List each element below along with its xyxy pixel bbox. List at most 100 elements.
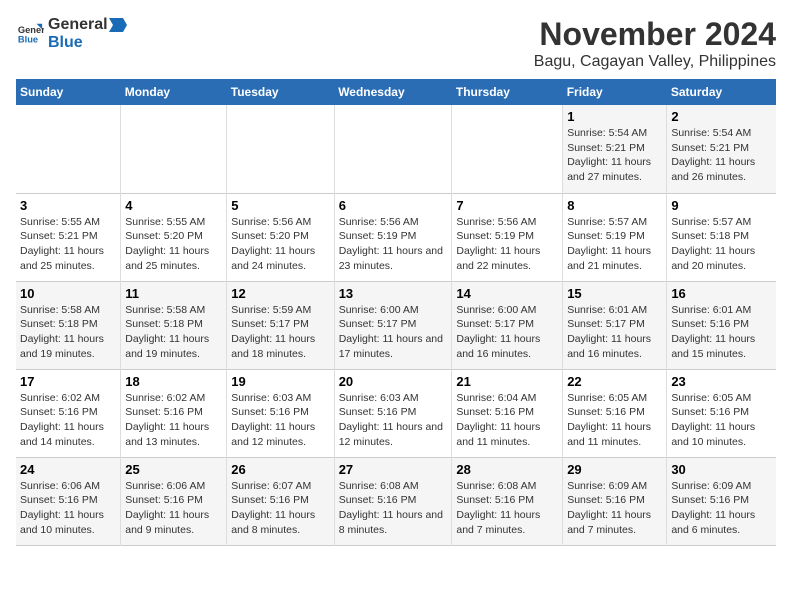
day-info: Sunrise: 5:54 AMSunset: 5:21 PMDaylight:…	[567, 126, 662, 185]
day-number: 7	[456, 198, 558, 213]
day-info: Sunrise: 5:55 AMSunset: 5:20 PMDaylight:…	[125, 215, 222, 274]
table-row: 6 Sunrise: 5:56 AMSunset: 5:19 PMDaylight…	[334, 193, 452, 281]
day-number: 3	[20, 198, 116, 213]
day-number: 16	[671, 286, 772, 301]
day-number: 6	[339, 198, 448, 213]
table-row: 5Sunrise: 5:56 AMSunset: 5:20 PMDaylight…	[227, 193, 334, 281]
logo-blue-text: Blue	[48, 34, 83, 51]
col-tuesday: Tuesday	[227, 79, 334, 105]
calendar-table: Sunday Monday Tuesday Wednesday Thursday…	[16, 79, 776, 546]
col-friday: Friday	[563, 79, 667, 105]
table-row: 27 Sunrise: 6:08 AMSunset: 5:16 PMDayligh…	[334, 457, 452, 545]
day-number: 22	[567, 374, 662, 389]
day-number: 17	[20, 374, 116, 389]
day-number: 2	[671, 109, 772, 124]
day-info: Sunrise: 6:08 AMSunset: 5:16 PMDaylight:…	[456, 479, 558, 538]
col-monday: Monday	[121, 79, 227, 105]
day-number: 9	[671, 198, 772, 213]
table-row: 9 Sunrise: 5:57 AMSunset: 5:18 PMDaylight…	[667, 193, 776, 281]
day-number: 11	[125, 286, 222, 301]
day-number: 4	[125, 198, 222, 213]
table-row: 26 Sunrise: 6:07 AMSunset: 5:16 PMDayligh…	[227, 457, 334, 545]
day-number: 20	[339, 374, 448, 389]
table-row: 17 Sunrise: 6:02 AMSunset: 5:16 PMDayligh…	[16, 369, 121, 457]
day-info: Sunrise: 6:08 AMSunset: 5:16 PMDaylight:…	[339, 479, 448, 538]
col-saturday: Saturday	[667, 79, 776, 105]
day-info: Sunrise: 6:01 AMSunset: 5:16 PMDaylight:…	[671, 303, 772, 362]
day-info: Sunrise: 6:06 AMSunset: 5:16 PMDaylight:…	[20, 479, 116, 538]
day-info: Sunrise: 5:58 AMSunset: 5:18 PMDaylight:…	[20, 303, 116, 362]
table-row: 24 Sunrise: 6:06 AMSunset: 5:16 PMDayligh…	[16, 457, 121, 545]
table-row: 13Sunrise: 6:00 AMSunset: 5:17 PMDayligh…	[334, 281, 452, 369]
day-number: 1	[567, 109, 662, 124]
table-row: 21Sunrise: 6:04 AMSunset: 5:16 PMDayligh…	[452, 369, 563, 457]
day-info: Sunrise: 5:57 AMSunset: 5:19 PMDaylight:…	[567, 215, 662, 274]
table-row: 23 Sunrise: 6:05 AMSunset: 5:16 PMDayligh…	[667, 369, 776, 457]
day-number: 26	[231, 462, 329, 477]
day-info: Sunrise: 5:56 AMSunset: 5:19 PMDaylight:…	[456, 215, 558, 274]
page-title: November 2024	[534, 16, 776, 53]
day-info: Sunrise: 6:03 AMSunset: 5:16 PMDaylight:…	[231, 391, 329, 450]
day-number: 15	[567, 286, 662, 301]
table-row: 16 Sunrise: 6:01 AMSunset: 5:16 PMDayligh…	[667, 281, 776, 369]
day-number: 29	[567, 462, 662, 477]
calendar-week-row: 17 Sunrise: 6:02 AMSunset: 5:16 PMDayligh…	[16, 369, 776, 457]
table-row	[452, 105, 563, 193]
day-info: Sunrise: 6:02 AMSunset: 5:16 PMDaylight:…	[125, 391, 222, 450]
table-row: 14Sunrise: 6:00 AMSunset: 5:17 PMDayligh…	[452, 281, 563, 369]
col-thursday: Thursday	[452, 79, 563, 105]
table-row: 30 Sunrise: 6:09 AMSunset: 5:16 PMDayligh…	[667, 457, 776, 545]
day-info: Sunrise: 5:58 AMSunset: 5:18 PMDaylight:…	[125, 303, 222, 362]
day-info: Sunrise: 6:05 AMSunset: 5:16 PMDaylight:…	[671, 391, 772, 450]
page-subtitle: Bagu, Cagayan Valley, Philippines	[534, 53, 776, 71]
day-info: Sunrise: 6:07 AMSunset: 5:16 PMDaylight:…	[231, 479, 329, 538]
day-info: Sunrise: 6:04 AMSunset: 5:16 PMDaylight:…	[456, 391, 558, 450]
table-row: 28 Sunrise: 6:08 AMSunset: 5:16 PMDayligh…	[452, 457, 563, 545]
day-number: 24	[20, 462, 116, 477]
table-row: 11 Sunrise: 5:58 AMSunset: 5:18 PMDayligh…	[121, 281, 227, 369]
day-number: 30	[671, 462, 772, 477]
day-info: Sunrise: 5:54 AMSunset: 5:21 PMDaylight:…	[671, 126, 772, 185]
calendar-week-row: 24 Sunrise: 6:06 AMSunset: 5:16 PMDayligh…	[16, 457, 776, 545]
day-info: Sunrise: 6:00 AMSunset: 5:17 PMDaylight:…	[339, 303, 448, 362]
table-row: 12 Sunrise: 5:59 AMSunset: 5:17 PMDayligh…	[227, 281, 334, 369]
table-row	[334, 105, 452, 193]
day-info: Sunrise: 5:56 AMSunset: 5:19 PMDaylight:…	[339, 215, 448, 274]
day-info: Sunrise: 6:00 AMSunset: 5:17 PMDaylight:…	[456, 303, 558, 362]
day-number: 23	[671, 374, 772, 389]
day-info: Sunrise: 6:03 AMSunset: 5:16 PMDaylight:…	[339, 391, 448, 450]
day-info: Sunrise: 5:57 AMSunset: 5:18 PMDaylight:…	[671, 215, 772, 274]
table-row: 20 Sunrise: 6:03 AMSunset: 5:16 PMDayligh…	[334, 369, 452, 457]
day-info: Sunrise: 6:01 AMSunset: 5:17 PMDaylight:…	[567, 303, 662, 362]
day-number: 18	[125, 374, 222, 389]
table-row: 2 Sunrise: 5:54 AMSunset: 5:21 PMDaylight…	[667, 105, 776, 193]
table-row: 8 Sunrise: 5:57 AMSunset: 5:19 PMDaylight…	[563, 193, 667, 281]
title-area: November 2024 Bagu, Cagayan Valley, Phil…	[534, 16, 776, 71]
day-number: 8	[567, 198, 662, 213]
table-row	[16, 105, 121, 193]
day-number: 19	[231, 374, 329, 389]
logo: General Blue General Blue	[16, 16, 127, 52]
day-info: Sunrise: 6:02 AMSunset: 5:16 PMDaylight:…	[20, 391, 116, 450]
day-info: Sunrise: 6:06 AMSunset: 5:16 PMDaylight:…	[125, 479, 222, 538]
day-number: 27	[339, 462, 448, 477]
table-row: 25 Sunrise: 6:06 AMSunset: 5:16 PMDayligh…	[121, 457, 227, 545]
col-wednesday: Wednesday	[334, 79, 452, 105]
table-row: 3Sunrise: 5:55 AMSunset: 5:21 PMDaylight…	[16, 193, 121, 281]
calendar-week-row: 10Sunrise: 5:58 AMSunset: 5:18 PMDayligh…	[16, 281, 776, 369]
table-row: 10Sunrise: 5:58 AMSunset: 5:18 PMDayligh…	[16, 281, 121, 369]
day-info: Sunrise: 5:56 AMSunset: 5:20 PMDaylight:…	[231, 215, 329, 274]
day-number: 12	[231, 286, 329, 301]
day-number: 28	[456, 462, 558, 477]
day-info: Sunrise: 5:59 AMSunset: 5:17 PMDaylight:…	[231, 303, 329, 362]
table-row	[227, 105, 334, 193]
table-row: 19 Sunrise: 6:03 AMSunset: 5:16 PMDayligh…	[227, 369, 334, 457]
table-row: 15 Sunrise: 6:01 AMSunset: 5:17 PMDayligh…	[563, 281, 667, 369]
calendar-header-row: Sunday Monday Tuesday Wednesday Thursday…	[16, 79, 776, 105]
day-number: 25	[125, 462, 222, 477]
svg-text:Blue: Blue	[18, 34, 38, 44]
header: General Blue General Blue November 2024 …	[16, 16, 776, 71]
logo-general-text: General	[48, 16, 108, 34]
day-info: Sunrise: 6:09 AMSunset: 5:16 PMDaylight:…	[671, 479, 772, 538]
table-row: 7 Sunrise: 5:56 AMSunset: 5:19 PMDaylight…	[452, 193, 563, 281]
